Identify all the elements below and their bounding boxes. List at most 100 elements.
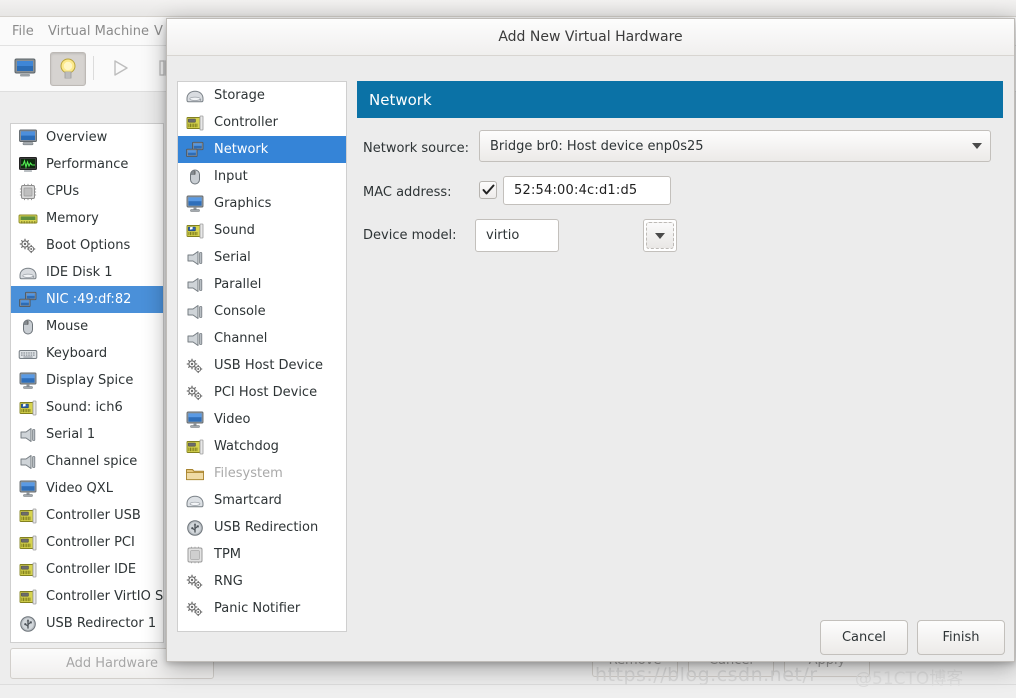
device-type-item-label: Storage (214, 88, 265, 103)
sound-card-icon (184, 221, 206, 241)
hardware-list-item-label: Channel spice (46, 454, 138, 469)
hardware-list-item-label: Controller IDE (46, 562, 137, 577)
device-type-item[interactable]: Panic Notifier (178, 595, 346, 622)
hardware-list-item[interactable]: Overview (11, 124, 163, 151)
device-type-item-label: Console (214, 304, 266, 319)
device-type-item[interactable]: Input (178, 163, 346, 190)
device-type-item-label: USB Host Device (214, 358, 324, 373)
device-type-item[interactable]: Channel (178, 325, 346, 352)
device-model-dropdown-button[interactable] (643, 219, 677, 252)
hardware-list-item[interactable]: Channel spice (11, 448, 163, 475)
gears-icon (184, 356, 206, 376)
hardware-list-item-label: Overview (46, 130, 108, 145)
device-type-item[interactable]: Video (178, 406, 346, 433)
usb-icon (17, 614, 39, 634)
dialog-cancel-button[interactable]: Cancel (820, 620, 908, 655)
hardware-list-item[interactable]: Performance (11, 151, 163, 178)
details-view-button[interactable] (50, 52, 86, 86)
mac-address-checkbox[interactable] (479, 181, 497, 199)
device-type-item[interactable]: TPM (178, 541, 346, 568)
usb-icon (20, 615, 36, 632)
memory-icon (17, 209, 39, 229)
monitor-icon (17, 128, 39, 148)
device-type-item[interactable]: USB Host Device (178, 352, 346, 379)
device-type-item-label: Video (214, 412, 251, 427)
device-type-item[interactable]: Graphics (178, 190, 346, 217)
card-icon (186, 115, 204, 130)
hardware-list-item-label: Video QXL (46, 481, 113, 496)
serial-icon (187, 277, 203, 292)
hardware-list-item[interactable]: Memory (11, 205, 163, 232)
gears-icon (17, 236, 39, 256)
pane-header: Network (357, 81, 1003, 118)
hardware-list-item[interactable]: CPUs (11, 178, 163, 205)
device-type-item-label: Input (214, 169, 248, 184)
device-type-list[interactable]: Storage Controller Network Input Graphics Sou… (177, 81, 347, 632)
mac-address-value: 52:54:00:4c:d1:d5 (514, 183, 638, 198)
hardware-list-item[interactable]: Video QXL (11, 475, 163, 502)
card-icon (19, 589, 37, 604)
device-type-item[interactable]: Smartcard (178, 487, 346, 514)
graph-icon (19, 156, 37, 172)
dialog-titlebar: Add New Virtual Hardware (167, 19, 1014, 56)
mouse-icon (17, 317, 39, 337)
hardware-list-item-label: Memory (46, 211, 99, 226)
sound-card-icon (19, 400, 37, 415)
vm-hardware-list[interactable]: Overview Performance CPUs Memory Boot Option… (10, 123, 164, 643)
mac-address-input[interactable]: 52:54:00:4c:d1:d5 (503, 176, 671, 205)
run-button[interactable] (103, 52, 137, 84)
device-model-combobox[interactable]: virtio (475, 219, 559, 252)
dialog-finish-button[interactable]: Finish (917, 620, 1005, 655)
hardware-list-item[interactable]: NIC :49:df:82 (11, 286, 163, 313)
serial-icon (187, 304, 203, 319)
hardware-list-item-label: USB Redirector 1 (46, 616, 157, 631)
disk-icon (17, 263, 39, 283)
sound-card-icon (186, 223, 204, 238)
card-icon (17, 587, 39, 607)
device-type-item[interactable]: PCI Host Device (178, 379, 346, 406)
disk-icon (184, 86, 206, 106)
device-type-item[interactable]: Console (178, 298, 346, 325)
device-type-item[interactable]: RNG (178, 568, 346, 595)
device-type-item[interactable]: Controller (178, 109, 346, 136)
hardware-list-item[interactable]: Controller VirtIO S (11, 583, 163, 610)
device-type-item[interactable]: Parallel (178, 271, 346, 298)
menu-file[interactable]: File (6, 22, 40, 41)
network-icon (186, 141, 204, 157)
hardware-list-item[interactable]: Sound: ich6 (11, 394, 163, 421)
device-type-item[interactable]: Network (178, 136, 346, 163)
hardware-list-item[interactable]: USB Redirector 1 (11, 610, 163, 637)
display-icon (19, 372, 37, 389)
hardware-list-item[interactable]: Mouse (11, 313, 163, 340)
chip-icon (187, 546, 203, 563)
display-icon (186, 195, 204, 212)
serial-icon (187, 331, 203, 346)
device-type-item-label: Controller (214, 115, 278, 130)
device-type-item[interactable]: Storage (178, 82, 346, 109)
device-type-item[interactable]: USB Redirection (178, 514, 346, 541)
hardware-list-item[interactable]: IDE Disk 1 (11, 259, 163, 286)
console-view-button[interactable] (8, 52, 42, 84)
cpu-icon (19, 183, 37, 200)
hardware-list-item[interactable]: Controller PCI (11, 529, 163, 556)
serial-icon (17, 452, 39, 472)
hardware-list-item[interactable]: Controller IDE (11, 556, 163, 583)
gears-icon (186, 601, 203, 616)
network-source-combobox[interactable]: Bridge br0: Host device enp0s25 (479, 130, 991, 162)
hardware-list-item[interactable]: Controller USB (11, 502, 163, 529)
device-type-item[interactable]: Sound (178, 217, 346, 244)
device-type-item-label: USB Redirection (214, 520, 319, 535)
menu-virtual-machine[interactable]: Virtual Machine (42, 22, 155, 41)
statusbar (0, 685, 1016, 698)
hardware-list-item[interactable]: Boot Options (11, 232, 163, 259)
device-type-item[interactable]: Serial (178, 244, 346, 271)
hardware-list-item[interactable]: Display Spice (11, 367, 163, 394)
hardware-list-item[interactable]: Keyboard (11, 340, 163, 367)
device-type-item: Filesystem (178, 460, 346, 487)
usb-icon (187, 519, 203, 536)
hardware-list-item-label: Mouse (46, 319, 89, 334)
background-window-titlebar (0, 0, 1016, 17)
card-icon (19, 508, 37, 523)
device-type-item[interactable]: Watchdog (178, 433, 346, 460)
hardware-list-item[interactable]: Serial 1 (11, 421, 163, 448)
